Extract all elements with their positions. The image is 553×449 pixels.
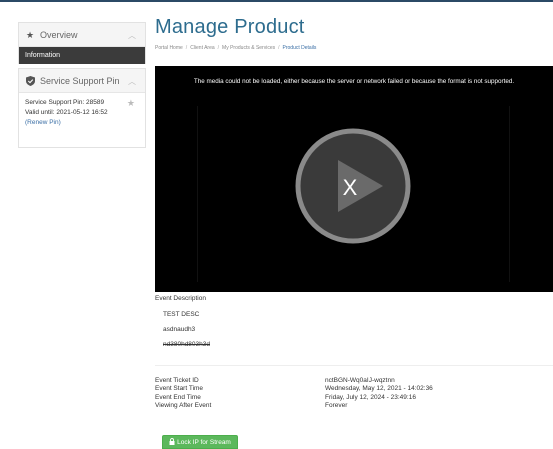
video-player[interactable]: The media could not be loaded, either be… xyxy=(155,66,553,292)
renew-pin-link[interactable]: (Renew Pin) xyxy=(25,118,139,128)
star-icon: ★ xyxy=(25,29,35,40)
overview-title: Overview xyxy=(40,29,78,40)
event-ticket-id-label: Event Ticket ID xyxy=(155,377,199,384)
event-end-time-label: Event End Time xyxy=(155,393,201,401)
service-support-pin-panel: Service Support Pin ︿ ★ Service Support … xyxy=(18,68,146,148)
event-start-time-value: Wednesday, May 12, 2021 - 14:02:36 xyxy=(325,385,433,393)
lock-ip-label: Lock IP for Stream xyxy=(177,438,231,446)
shield-check-icon xyxy=(25,75,35,86)
play-overlay-glyph: X xyxy=(343,175,358,200)
description-line: asdnaudh3 xyxy=(163,326,196,333)
video-edge xyxy=(197,106,198,282)
top-accent-line xyxy=(0,0,553,2)
breadcrumb-my-products[interactable]: My Products & Services xyxy=(222,45,275,51)
page-title: Manage Product xyxy=(155,16,305,38)
play-icon[interactable]: X xyxy=(293,126,413,246)
event-start-time-label: Event Start Time xyxy=(155,385,204,393)
overview-panel: ★ Overview ︿ Information xyxy=(18,22,146,64)
lock-ip-button[interactable]: Lock IP for Stream xyxy=(162,435,238,449)
breadcrumb-separator: / xyxy=(217,45,220,51)
breadcrumb-separator: / xyxy=(278,45,280,51)
event-end-time-value: Friday, July 12, 2024 - 23:49:16 xyxy=(325,393,416,401)
lock-icon xyxy=(169,437,175,447)
support-pin-valid-until: Valid until: 2021-05-12 16:52 xyxy=(25,109,108,116)
star-icon[interactable]: ★ xyxy=(127,98,135,108)
support-pin-number: Service Support Pin: 28589 xyxy=(25,99,105,106)
divider xyxy=(155,365,553,366)
description-line: TEST DESC xyxy=(163,311,200,318)
event-description-label: Event Description xyxy=(155,295,206,302)
support-pin-panel-header[interactable]: Service Support Pin ︿ xyxy=(19,69,145,93)
chevron-up-icon[interactable]: ︿ xyxy=(128,30,136,41)
sidebar-item-information[interactable]: Information xyxy=(19,47,145,64)
media-error-message: The media could not be loaded, either be… xyxy=(193,78,515,85)
viewing-after-event-label: Viewing After Event xyxy=(155,401,212,409)
support-pin-body: ★ Service Support Pin: 28589 Valid until… xyxy=(19,93,145,133)
event-info-values: nctBGN-Wq0aIJ-wqztnn Wednesday, May 12, … xyxy=(325,377,433,410)
breadcrumb-separator: / xyxy=(185,45,188,51)
support-pin-title: Service Support Pin xyxy=(40,75,120,86)
overview-panel-header[interactable]: ★ Overview ︿ xyxy=(19,23,145,47)
video-edge xyxy=(509,106,510,282)
breadcrumb: Portal Home / Client Area / My Products … xyxy=(155,45,316,51)
breadcrumb-current: Product Details xyxy=(282,45,317,51)
viewing-after-event-value: Forever xyxy=(325,401,348,409)
chevron-up-icon[interactable]: ︿ xyxy=(128,76,136,87)
event-info-labels: Event Ticket ID Event Start Time Event E… xyxy=(155,377,211,410)
description-line: nd380hd803h3d xyxy=(163,341,210,348)
breadcrumb-portal-home[interactable]: Portal Home xyxy=(155,45,183,51)
breadcrumb-client-area[interactable]: Client Area xyxy=(190,45,214,51)
event-ticket-id-value: nctBGN-Wq0aIJ-wqztnn xyxy=(325,377,395,384)
